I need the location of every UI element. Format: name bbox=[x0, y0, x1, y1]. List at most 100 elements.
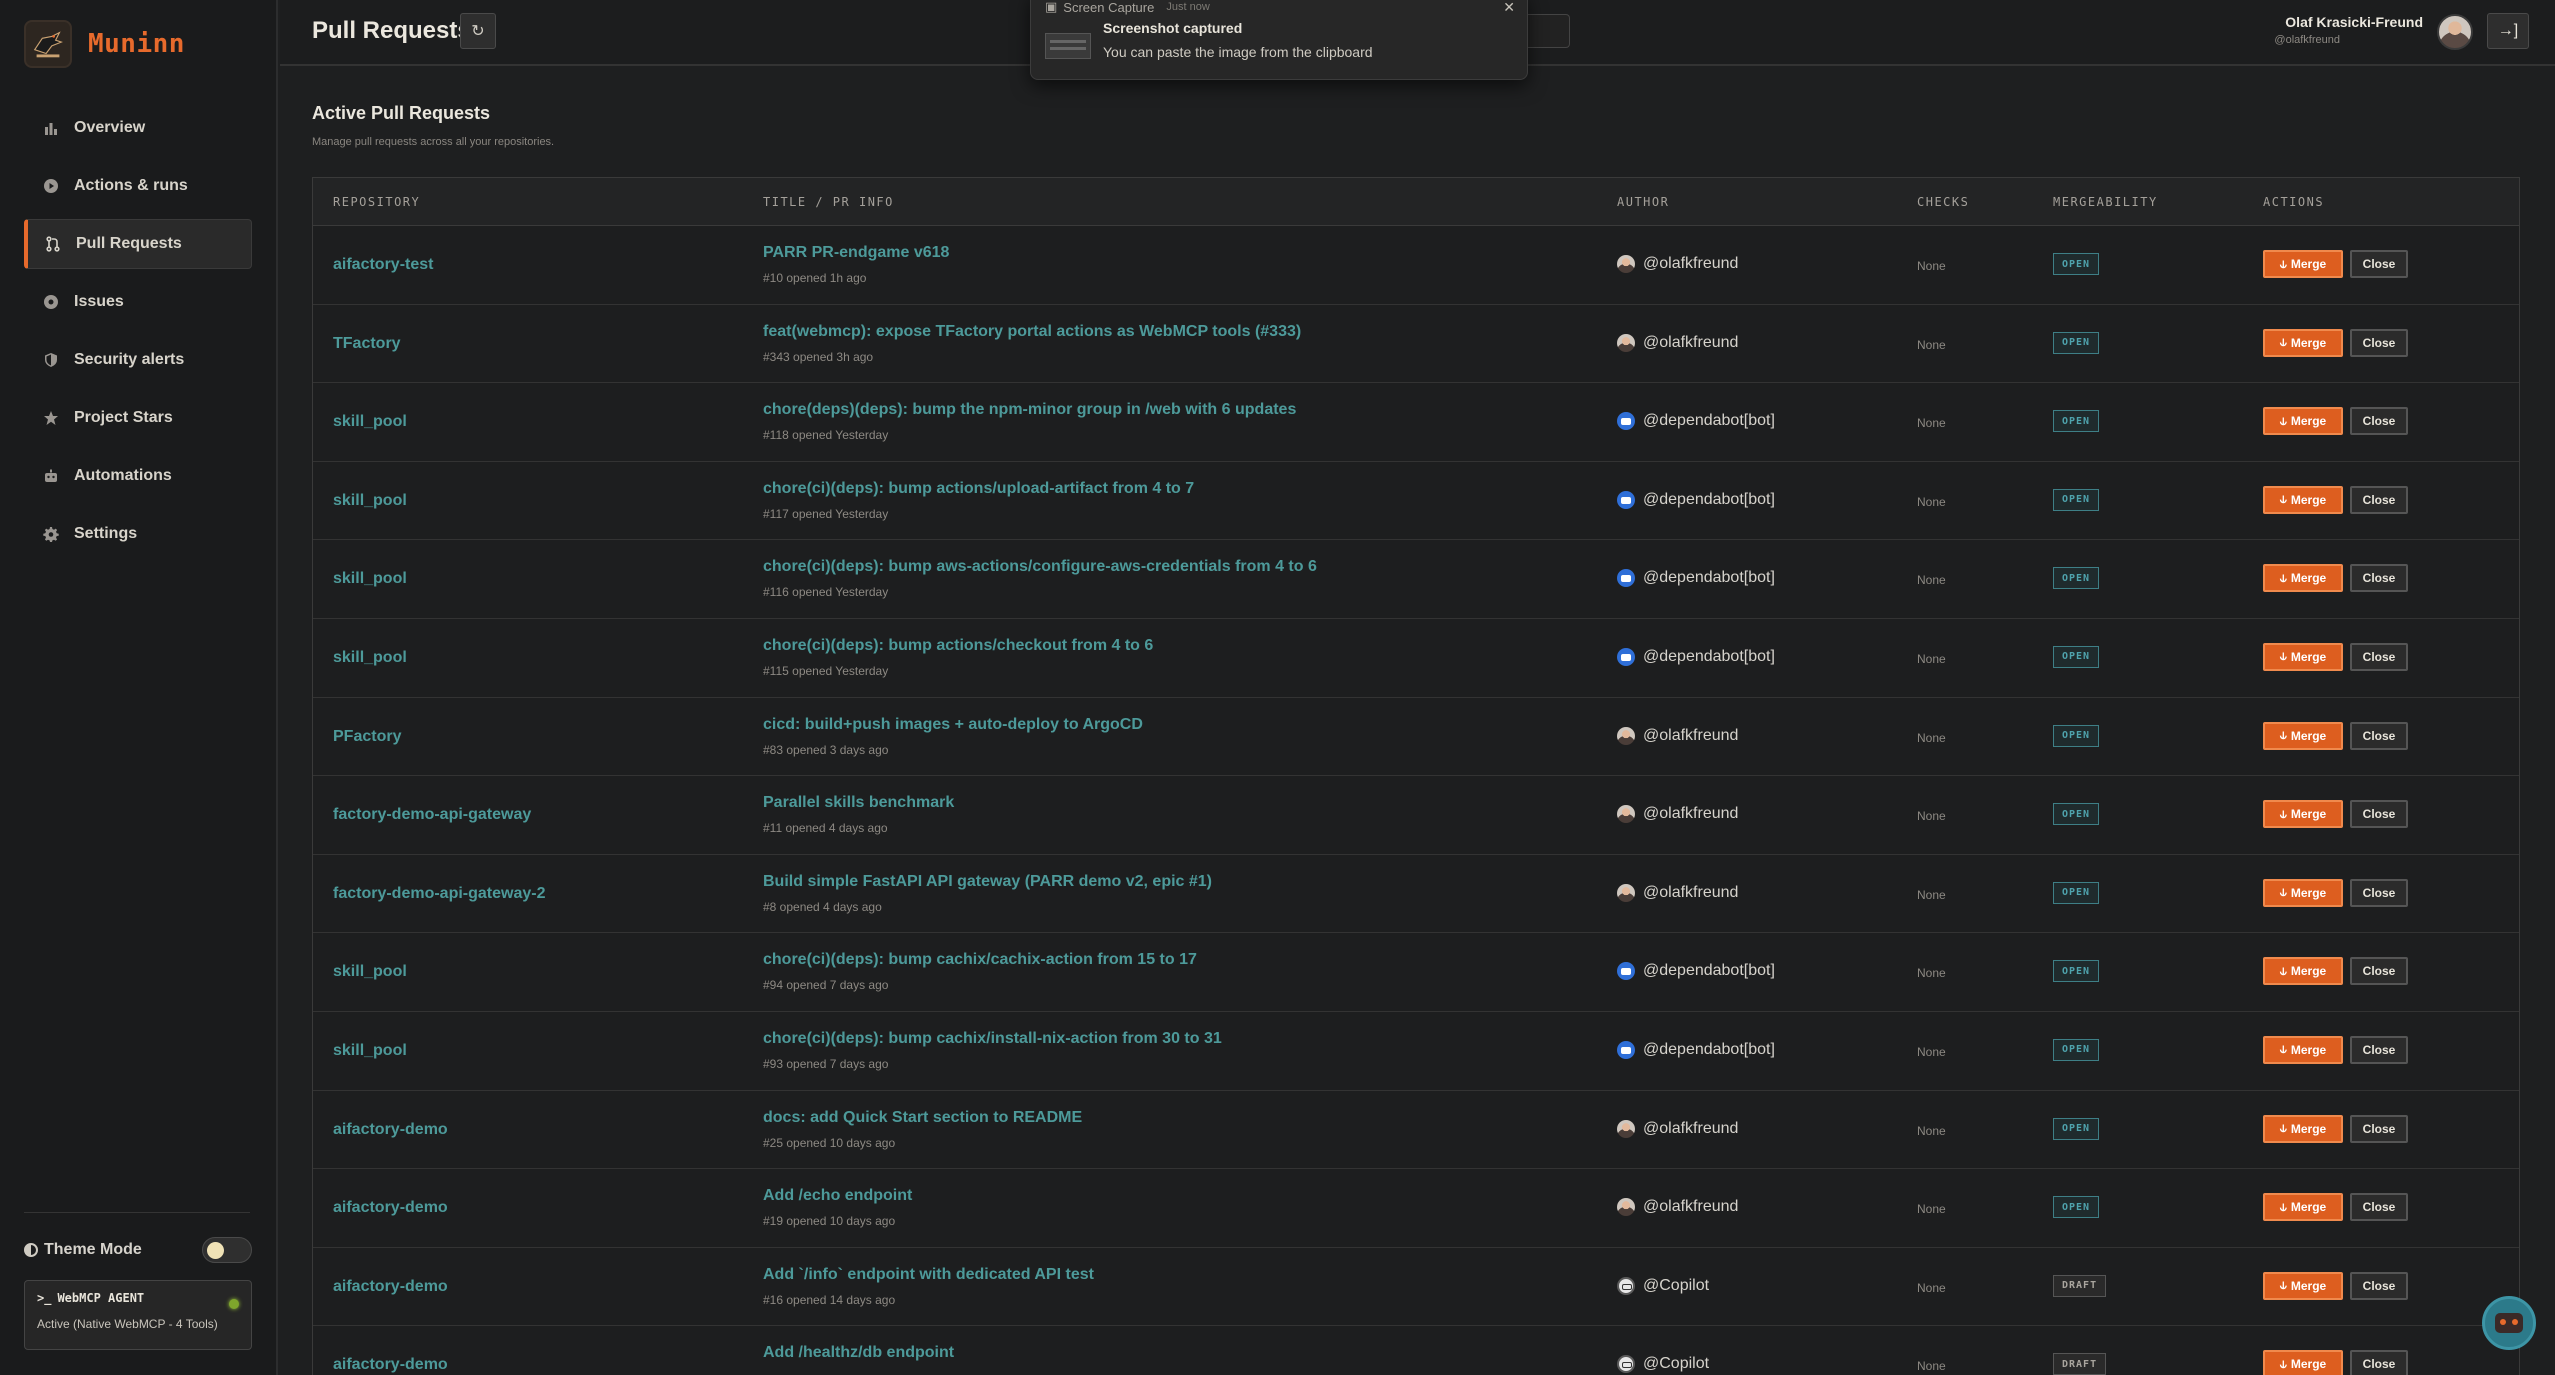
repository-link[interactable]: skill_pool bbox=[333, 492, 407, 510]
author[interactable]: @Copilot bbox=[1617, 1276, 1709, 1295]
merge-button[interactable]: ⫝ Merge bbox=[2263, 564, 2343, 593]
close-pr-button[interactable]: Close bbox=[2350, 485, 2408, 514]
pr-title-link[interactable]: feat(webmcp): expose TFactory portal act… bbox=[763, 323, 1301, 341]
repository-link[interactable]: skill_pool bbox=[333, 1042, 407, 1060]
author[interactable]: @dependabot[bot] bbox=[1617, 412, 1775, 431]
pr-title-link[interactable]: docs: add Quick Start section to README bbox=[763, 1109, 1082, 1127]
logout-button[interactable]: →] bbox=[2487, 13, 2529, 49]
sidebar-item-pull-requests[interactable]: Pull Requests bbox=[24, 219, 252, 269]
sidebar-item-issues[interactable]: Issues bbox=[24, 277, 252, 327]
merge-button[interactable]: ⫝ Merge bbox=[2263, 642, 2343, 671]
column-header-checks[interactable]: CHECKS bbox=[1917, 195, 1969, 209]
repository-link[interactable]: aifactory-test bbox=[333, 256, 433, 274]
merge-button[interactable]: ⫝ Merge bbox=[2263, 1193, 2343, 1222]
merge-button[interactable]: ⫝ Merge bbox=[2263, 957, 2343, 986]
pr-title-link[interactable]: Add /healthz/db endpoint bbox=[763, 1344, 954, 1362]
repository-link[interactable]: skill_pool bbox=[333, 649, 407, 667]
close-pr-button[interactable]: Close bbox=[2350, 642, 2408, 671]
sidebar-item-overview[interactable]: Overview bbox=[24, 103, 252, 153]
merge-button[interactable]: ⫝ Merge bbox=[2263, 250, 2343, 278]
repository-link[interactable]: aifactory-demo bbox=[333, 1278, 448, 1296]
repository-link[interactable]: factory-demo-api-gateway bbox=[333, 806, 531, 824]
sidebar-item-actions[interactable]: Actions & runs bbox=[24, 161, 252, 211]
author[interactable]: @dependabot[bot] bbox=[1617, 569, 1775, 588]
refresh-button[interactable]: ↻ bbox=[460, 13, 496, 49]
close-pr-button[interactable]: Close bbox=[2350, 1114, 2408, 1143]
brand[interactable]: Muninn bbox=[24, 20, 185, 68]
column-header-author[interactable]: AUTHOR bbox=[1617, 195, 1669, 209]
merge-button[interactable]: ⫝ Merge bbox=[2263, 800, 2343, 829]
close-pr-button[interactable]: Close bbox=[2350, 957, 2408, 986]
author[interactable]: @olafkfreund bbox=[1617, 805, 1738, 824]
merge-button[interactable]: ⫝ Merge bbox=[2263, 721, 2343, 750]
merge-button[interactable]: ⫝ Merge bbox=[2263, 1271, 2343, 1300]
author[interactable]: @olafkfreund bbox=[1617, 1119, 1738, 1138]
repository-link[interactable]: skill_pool bbox=[333, 413, 407, 431]
close-pr-button[interactable]: Close bbox=[2350, 250, 2408, 278]
column-header-title[interactable]: TITLE / PR INFO bbox=[763, 195, 894, 209]
close-pr-button[interactable]: Close bbox=[2350, 1035, 2408, 1064]
close-pr-button[interactable]: Close bbox=[2350, 800, 2408, 829]
author[interactable]: @olafkfreund bbox=[1617, 726, 1738, 745]
pr-title-link[interactable]: Add /echo endpoint bbox=[763, 1187, 912, 1205]
repository-link[interactable]: aifactory-demo bbox=[333, 1356, 448, 1374]
author-handle: @dependabot[bot] bbox=[1643, 962, 1775, 980]
pr-title-link[interactable]: Parallel skills benchmark bbox=[763, 794, 954, 812]
repository-link[interactable]: aifactory-demo bbox=[333, 1121, 448, 1139]
webmcp-agent-panel[interactable]: >_ WebMCP AGENT Active (Native WebMCP - … bbox=[24, 1280, 252, 1350]
repository-link[interactable]: TFactory bbox=[333, 335, 401, 353]
repository-link[interactable]: aifactory-demo bbox=[333, 1199, 448, 1217]
close-pr-button[interactable]: Close bbox=[2350, 1193, 2408, 1222]
close-pr-button[interactable]: Close bbox=[2350, 1271, 2408, 1300]
pr-title-link[interactable]: cicd: build+push images + auto-deploy to… bbox=[763, 716, 1143, 734]
author[interactable]: @dependabot[bot] bbox=[1617, 1040, 1775, 1059]
column-header-repository[interactable]: REPOSITORY bbox=[333, 195, 420, 209]
screenshot-toast[interactable]: ▣ Screen Capture Just now ✕ Screenshot c… bbox=[1030, 0, 1528, 80]
author[interactable]: @olafkfreund bbox=[1617, 883, 1738, 902]
repository-link[interactable]: factory-demo-api-gateway-2 bbox=[333, 885, 546, 903]
close-pr-button[interactable]: Close bbox=[2350, 721, 2408, 750]
sidebar-item-settings[interactable]: Settings bbox=[24, 509, 252, 559]
author[interactable]: @dependabot[bot] bbox=[1617, 962, 1775, 981]
pr-title-link[interactable]: chore(ci)(deps): bump cachix/cachix-acti… bbox=[763, 951, 1197, 969]
repository-link[interactable]: skill_pool bbox=[333, 570, 407, 588]
author[interactable]: @dependabot[bot] bbox=[1617, 490, 1775, 509]
pr-title-link[interactable]: chore(ci)(deps): bump actions/checkout f… bbox=[763, 637, 1153, 655]
pr-title-link[interactable]: Build simple FastAPI API gateway (PARR d… bbox=[763, 873, 1212, 891]
pr-title-link[interactable]: PARR PR-endgame v618 bbox=[763, 244, 949, 262]
author[interactable]: @Copilot bbox=[1617, 1355, 1709, 1374]
merge-button[interactable]: ⫝ Merge bbox=[2263, 1114, 2343, 1143]
merge-button[interactable]: ⫝ Merge bbox=[2263, 1350, 2343, 1375]
column-header-mergeability[interactable]: MERGEABILITY bbox=[2053, 195, 2158, 209]
sidebar-item-project-stars[interactable]: Project Stars bbox=[24, 393, 252, 443]
sidebar-item-security-alerts[interactable]: Security alerts bbox=[24, 335, 252, 385]
screenshot-thumbnail bbox=[1045, 33, 1091, 59]
author[interactable]: @dependabot[bot] bbox=[1617, 647, 1775, 666]
close-pr-button[interactable]: Close bbox=[2350, 878, 2408, 907]
merge-button[interactable]: ⫝ Merge bbox=[2263, 485, 2343, 514]
pr-title-link[interactable]: chore(ci)(deps): bump actions/upload-art… bbox=[763, 480, 1194, 498]
merge-button[interactable]: ⫝ Merge bbox=[2263, 328, 2343, 357]
repository-link[interactable]: PFactory bbox=[333, 728, 401, 746]
sidebar-item-automations[interactable]: Automations bbox=[24, 451, 252, 501]
author[interactable]: @olafkfreund bbox=[1617, 1198, 1738, 1217]
close-pr-button[interactable]: Close bbox=[2350, 564, 2408, 593]
close-pr-button[interactable]: Close bbox=[2350, 407, 2408, 436]
merge-button[interactable]: ⫝ Merge bbox=[2263, 878, 2343, 907]
merge-button[interactable]: ⫝ Merge bbox=[2263, 1035, 2343, 1064]
pr-title-link[interactable]: Add `/info` endpoint with dedicated API … bbox=[763, 1266, 1094, 1284]
merge-label: Merge bbox=[2290, 492, 2327, 507]
repository-link[interactable]: skill_pool bbox=[333, 963, 407, 981]
author[interactable]: @olafkfreund bbox=[1617, 333, 1738, 352]
avatar[interactable] bbox=[2437, 14, 2473, 50]
close-pr-button[interactable]: Close bbox=[2350, 328, 2408, 357]
merge-button[interactable]: ⫝ Merge bbox=[2263, 407, 2343, 436]
close-pr-button[interactable]: Close bbox=[2350, 1350, 2408, 1375]
pr-title-link[interactable]: chore(deps)(deps): bump the npm-minor gr… bbox=[763, 401, 1296, 419]
pr-title-link[interactable]: chore(ci)(deps): bump cachix/install-nix… bbox=[763, 1030, 1222, 1048]
author[interactable]: @olafkfreund bbox=[1617, 255, 1738, 273]
close-icon[interactable]: ✕ bbox=[1503, 0, 1515, 16]
theme-toggle[interactable] bbox=[202, 1237, 252, 1263]
assistant-bot-button[interactable] bbox=[2482, 1296, 2536, 1350]
pr-title-link[interactable]: chore(ci)(deps): bump aws-actions/config… bbox=[763, 558, 1317, 576]
